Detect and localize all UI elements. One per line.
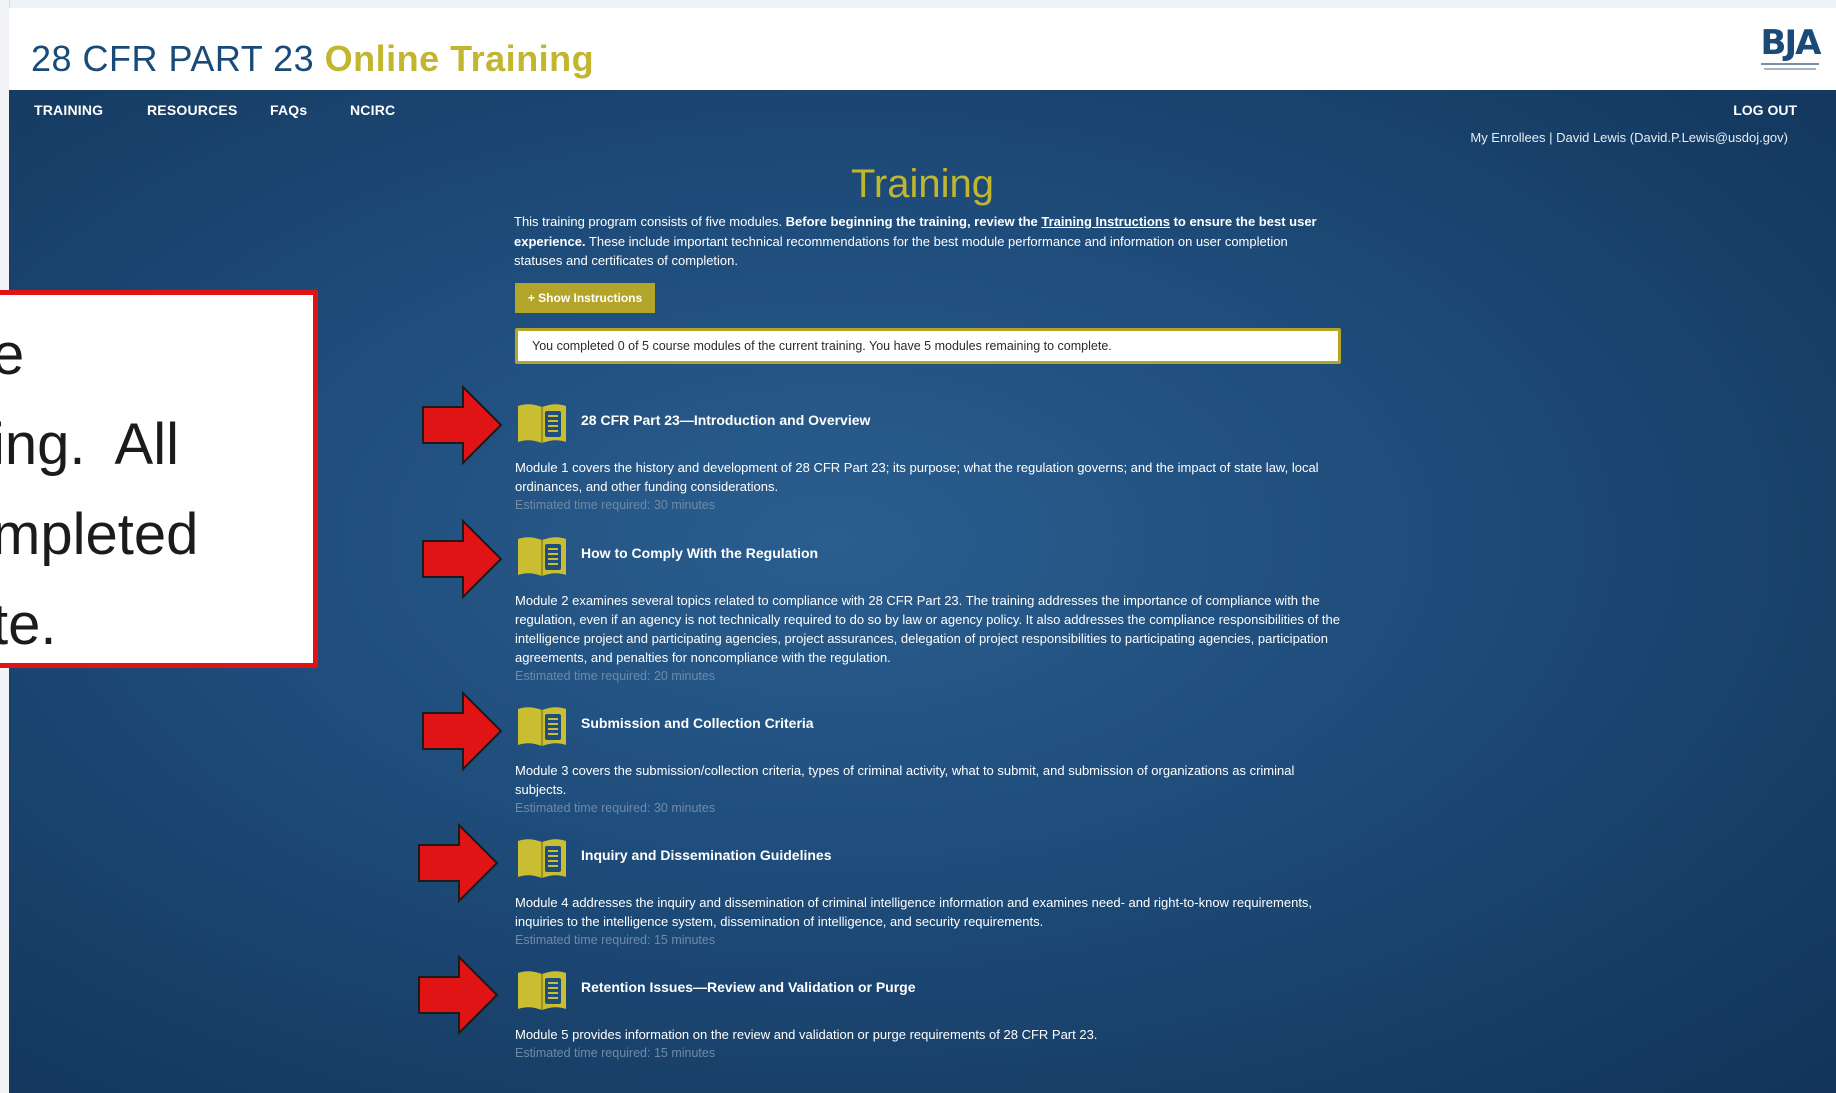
window-top-edge <box>0 0 1836 8</box>
module-3-description: Module 3 covers the submission/collectio… <box>515 761 1345 818</box>
training-instructions-link[interactable]: Training Instructions <box>1041 214 1170 229</box>
callout-line-3: mpleted <box>0 502 199 567</box>
red-arrow-icon <box>418 822 499 904</box>
module-5-text: Module 5 provides information on the rev… <box>515 1027 1098 1042</box>
top-nav: TRAINING RESOURCES FAQs NCIRC LOG OUT My… <box>9 90 1836 145</box>
intro-part1: This training program consists of five m… <box>514 214 786 229</box>
module-3-text: Module 3 covers the submission/collectio… <box>515 763 1295 797</box>
callout-line-4: te. <box>0 592 57 657</box>
site-header: 28 CFR PART 23 Online Training BJA <box>9 8 1836 90</box>
module-5-title[interactable]: Retention Issues—Review and Validation o… <box>581 979 916 995</box>
user-info[interactable]: My Enrollees | David Lewis (David.P.Lewi… <box>1470 130 1788 145</box>
callout-line-2: ing. All <box>0 412 179 477</box>
module-1-title[interactable]: 28 CFR Part 23—Introduction and Overview <box>581 412 870 428</box>
book-icon <box>518 404 566 443</box>
module-3-title[interactable]: Submission and Collection Criteria <box>581 715 814 731</box>
intro-bold1: Before beginning the training, review th… <box>785 214 1042 229</box>
red-arrow-icon <box>418 954 499 1036</box>
module-5-description: Module 5 provides information on the rev… <box>515 1025 1345 1063</box>
logout-link[interactable]: LOG OUT <box>1733 102 1797 118</box>
site-title-accent: Online Training <box>324 38 595 79</box>
logo-subtext-bar <box>1764 68 1816 70</box>
site-title-main: 28 CFR PART 23 <box>31 38 315 79</box>
module-1-text: Module 1 covers the history and developm… <box>515 460 1319 494</box>
intro-text: This training program consists of five m… <box>514 212 1334 271</box>
module-3-estimate: Estimated time required: 30 minutes <box>515 801 716 815</box>
annotation-callout: e ing. All mpleted te. <box>0 290 318 668</box>
bja-logo[interactable]: BJA <box>1758 26 1822 80</box>
nav-ncirc[interactable]: NCIRC <box>350 102 395 118</box>
module-4-title[interactable]: Inquiry and Dissemination Guidelines <box>581 847 832 863</box>
red-arrow-icon <box>422 690 503 772</box>
module-5-estimate: Estimated time required: 15 minutes <box>515 1046 716 1060</box>
module-1-estimate: Estimated time required: 30 minutes <box>515 498 716 512</box>
module-2-title[interactable]: How to Comply With the Regulation <box>581 545 818 561</box>
page-title: Training <box>850 162 995 206</box>
nav-faqs[interactable]: FAQs <box>270 102 307 118</box>
book-icon <box>518 971 566 1010</box>
logo-divider <box>1761 63 1819 65</box>
nav-resources[interactable]: RESOURCES <box>147 102 237 118</box>
callout-text: e ing. All mpleted te. <box>0 310 198 670</box>
book-icon <box>518 839 566 878</box>
progress-status: You completed 0 of 5 course modules of t… <box>515 328 1341 364</box>
module-4-description: Module 4 addresses the inquiry and disse… <box>515 893 1345 950</box>
bja-logo-text: BJA <box>1760 23 1822 63</box>
intro-part2: These include important technical recomm… <box>514 233 1288 269</box>
red-arrow-icon <box>422 518 503 600</box>
module-4-text: Module 4 addresses the inquiry and disse… <box>515 895 1313 929</box>
site-title[interactable]: 28 CFR PART 23 Online Training <box>31 38 594 80</box>
module-1-description: Module 1 covers the history and developm… <box>515 458 1345 515</box>
red-arrow-icon <box>422 384 503 466</box>
show-instructions-button[interactable]: + Show Instructions <box>515 283 655 313</box>
book-icon <box>518 707 566 746</box>
callout-line-1: e <box>0 322 25 387</box>
module-2-text: Module 2 examines several topics related… <box>515 593 1340 665</box>
book-icon <box>518 537 566 576</box>
module-2-description: Module 2 examines several topics related… <box>515 591 1345 686</box>
module-4-estimate: Estimated time required: 15 minutes <box>515 933 716 947</box>
module-2-estimate: Estimated time required: 20 minutes <box>515 669 716 683</box>
nav-training[interactable]: TRAINING <box>34 102 103 118</box>
